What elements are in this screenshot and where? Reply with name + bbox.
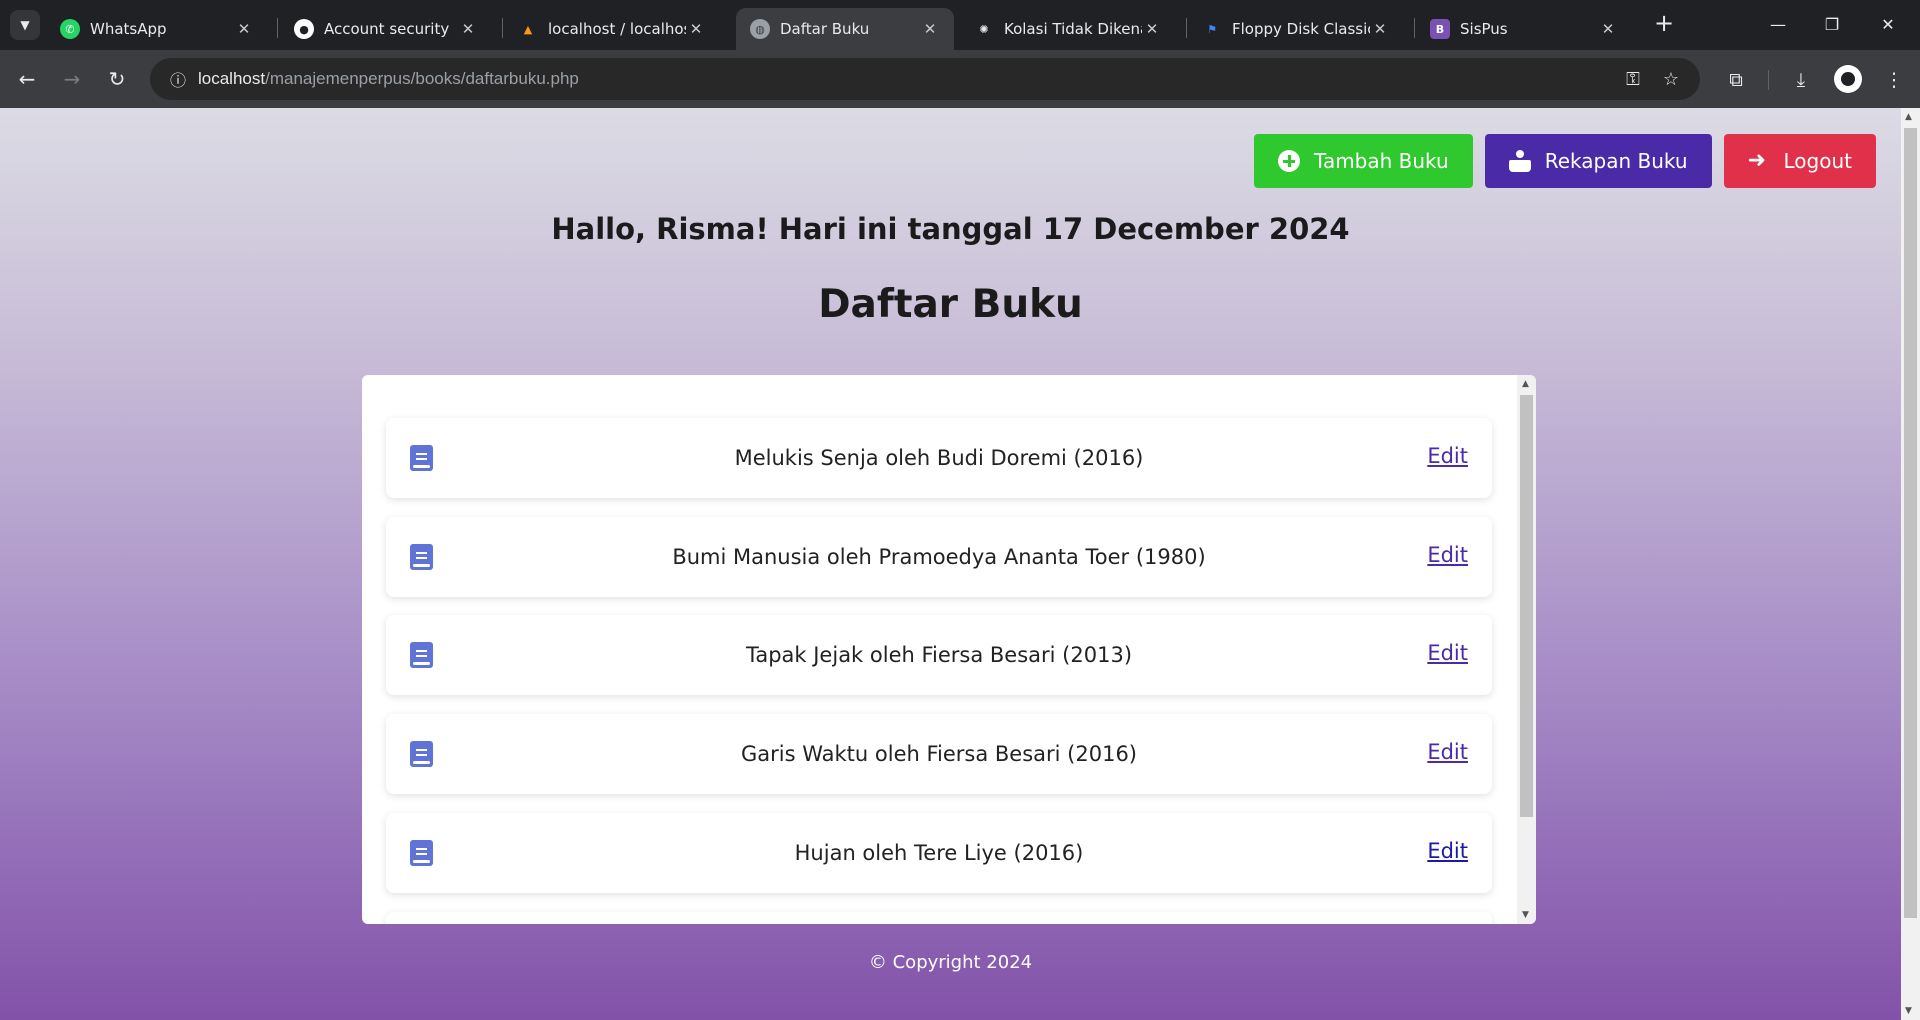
book-title: Tapak Jejak oleh Fiersa Besari (2013)	[745, 643, 1133, 667]
tambah-buku-button[interactable]: Tambah Buku	[1254, 134, 1473, 188]
book-icon	[410, 445, 433, 471]
book-icon	[410, 741, 433, 767]
list-item	[386, 912, 1492, 924]
rekapan-buku-button[interactable]: Rekapan Buku	[1484, 134, 1712, 188]
close-icon[interactable]: ✕	[458, 20, 478, 38]
github-icon: ●	[294, 19, 314, 39]
top-actions: Tambah Buku Rekapan Buku ➜ Logout	[1254, 134, 1876, 188]
tab-kolasi[interactable]: ✺ Kolasi Tidak Dikenal I ✕	[960, 8, 1176, 50]
scroll-down-icon[interactable]: ▼	[1522, 910, 1529, 920]
tab-whatsapp[interactable]: ✆ WhatsApp ✕	[46, 8, 268, 50]
tab-phpmyadmin[interactable]: ▲ localhost / localhost / ✕	[504, 8, 720, 50]
sign-out-icon: ➜	[1747, 148, 1766, 173]
tab-separator	[1186, 18, 1187, 38]
book-title: Bumi Manusia oleh Pramoedya Ananta Toer …	[672, 545, 1206, 569]
whatsapp-icon: ✆	[60, 19, 80, 39]
book-list: Melukis Senja oleh Budi Doremi (2016) Ed…	[362, 375, 1517, 924]
close-icon[interactable]: ✕	[686, 20, 706, 38]
book-icon	[410, 642, 433, 668]
download-icon[interactable]: ⤓	[1787, 66, 1815, 94]
scrollbar-thumb[interactable]	[1520, 395, 1533, 817]
book-list-panel: Melukis Senja oleh Budi Doremi (2016) Ed…	[362, 375, 1536, 924]
footer-copyright: © Copyright 2024	[868, 952, 1033, 973]
book-icon	[410, 544, 433, 570]
close-icon[interactable]: ✕	[234, 20, 254, 38]
menu-icon[interactable]: ⋮	[1880, 66, 1908, 94]
close-icon[interactable]: ✕	[1142, 20, 1162, 38]
tab-search-button[interactable]: ▼	[10, 10, 40, 40]
list-item: Bumi Manusia oleh Pramoedya Ananta Toer …	[386, 517, 1492, 597]
close-icon[interactable]: ✕	[920, 20, 940, 38]
edit-link[interactable]: Edit	[1427, 444, 1468, 468]
list-item: Melukis Senja oleh Budi Doremi (2016) Ed…	[386, 418, 1492, 498]
tab-sispus[interactable]: B SisPus ✕	[1416, 8, 1632, 50]
extensions-icon[interactable]: ⧉	[1722, 66, 1750, 94]
bootstrap-icon: B	[1430, 19, 1450, 39]
list-item: Hujan oleh Tere Liye (2016) Edit	[386, 813, 1492, 893]
scroll-up-icon[interactable]: ▲	[1522, 379, 1529, 389]
address-bar[interactable]: ⓘ localhost/manajemenperpus/books/daftar…	[150, 58, 1700, 100]
close-icon[interactable]: ✕	[1598, 20, 1618, 38]
logout-button[interactable]: ➜ Logout	[1723, 134, 1876, 188]
list-scrollbar[interactable]: ▲ ▼	[1517, 375, 1536, 924]
book-reader-icon	[1508, 150, 1531, 172]
close-window-icon[interactable]: ✕	[1866, 10, 1910, 40]
url-text: localhost/manajemenperpus/books/daftarbu…	[198, 69, 579, 88]
restore-icon[interactable]: ❐	[1810, 10, 1854, 40]
book-icon	[410, 840, 433, 866]
flag-icon: ⚑	[1207, 22, 1217, 36]
chevron-down-icon: ▼	[20, 18, 30, 32]
star-icon[interactable]: ☆	[1659, 68, 1683, 92]
close-icon[interactable]: ✕	[1370, 20, 1390, 38]
page-scrollbar[interactable]: ▲ ▼	[1901, 108, 1920, 1020]
back-icon[interactable]: ←	[12, 64, 42, 94]
page-title: Daftar Buku	[818, 282, 1083, 327]
site-info-icon[interactable]: ⓘ	[158, 67, 198, 91]
tab-bar: ▼ ✆ WhatsApp ✕ ● Account security ✕ ▲ lo…	[0, 0, 1920, 50]
book-title: Melukis Senja oleh Budi Doremi (2016)	[734, 446, 1144, 470]
tab-separator	[277, 18, 278, 38]
book-title: Hujan oleh Tere Liye (2016)	[794, 841, 1084, 865]
tab-daftar-buku[interactable]: ◍ Daftar Buku ✕	[736, 8, 954, 50]
edit-link[interactable]: Edit	[1427, 641, 1468, 665]
profile-avatar[interactable]	[1834, 65, 1862, 93]
reload-icon[interactable]: ↻	[102, 64, 132, 94]
edit-link[interactable]: Edit	[1427, 740, 1468, 764]
scroll-down-icon[interactable]: ▼	[1905, 1006, 1912, 1016]
scrollbar-thumb[interactable]	[1904, 128, 1917, 918]
list-item: Garis Waktu oleh Fiersa Besari (2016) Ed…	[386, 714, 1492, 794]
page-viewport: Tambah Buku Rekapan Buku ➜ Logout Hallo,…	[0, 108, 1901, 1020]
toolbar-divider	[1768, 70, 1769, 90]
globe-icon: ◍	[750, 19, 770, 39]
scroll-up-icon[interactable]: ▲	[1905, 112, 1912, 122]
tab-separator	[502, 18, 503, 38]
forward-icon[interactable]: →	[57, 64, 87, 94]
greeting-text: Hallo, Risma! Hari ini tanggal 17 Decemb…	[551, 212, 1350, 246]
browser-toolbar: ← → ↻ ⓘ localhost/manajemenperpus/books/…	[0, 50, 1920, 108]
book-title: Garis Waktu oleh Fiersa Besari (2016)	[740, 742, 1138, 766]
tab-separator	[1414, 18, 1415, 38]
list-item: Tapak Jejak oleh Fiersa Besari (2013) Ed…	[386, 615, 1492, 695]
key-icon[interactable]: ⚿	[1621, 68, 1645, 92]
new-tab-button[interactable]: +	[1652, 11, 1676, 36]
phpmyadmin-icon: ▲	[523, 22, 533, 36]
edit-link[interactable]: Edit	[1427, 543, 1468, 567]
openai-icon: ✺	[979, 22, 989, 36]
edit-link[interactable]: Edit	[1427, 839, 1468, 863]
minimize-icon[interactable]: —	[1756, 10, 1800, 40]
plus-circle-icon	[1278, 150, 1301, 172]
tab-floppy-disk[interactable]: ⚑ Floppy Disk Classic Li ✕	[1188, 8, 1404, 50]
tab-account-security[interactable]: ● Account security ✕	[280, 8, 492, 50]
